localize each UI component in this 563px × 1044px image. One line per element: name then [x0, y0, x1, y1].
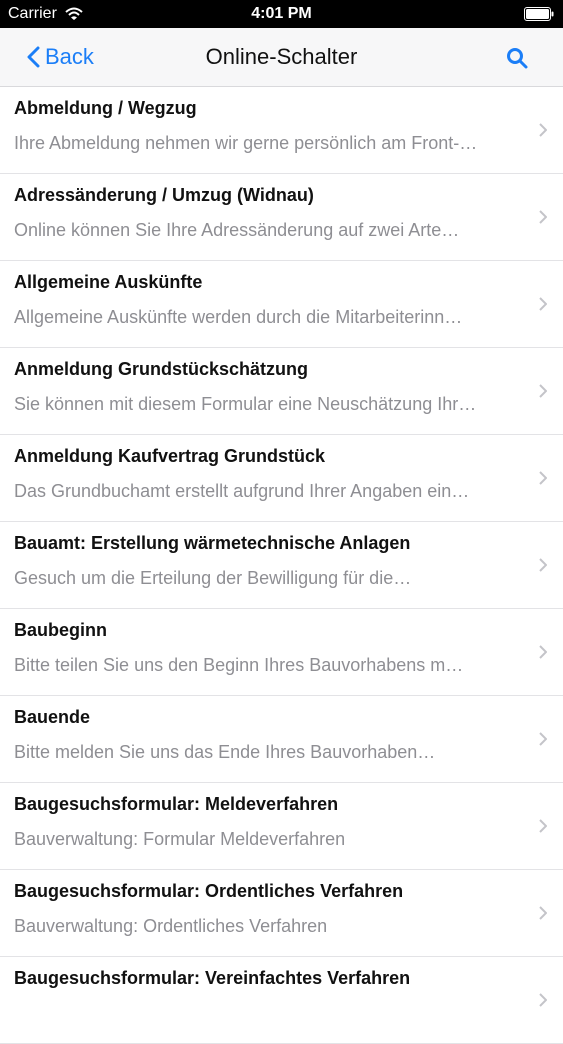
chevron-right-icon — [539, 819, 547, 833]
chevron-right-icon — [539, 558, 547, 572]
list-item-subtitle: Das Grundbuchamt erstellt aufgrund Ihrer… — [14, 481, 470, 501]
list-item-title: Bauende — [14, 707, 91, 727]
list-item-title: Baubeginn — [14, 620, 107, 640]
chevron-right-icon — [539, 297, 547, 311]
list-item-title: Adressänderung / Umzug (Widnau) — [14, 185, 314, 205]
list-item-subtitle: Bauverwaltung: Ordentliches Verfahren — [14, 916, 328, 936]
list-item-subtitle: Bauverwaltung: Formular Meldeverfahren — [14, 829, 346, 849]
search-icon[interactable] — [505, 46, 529, 70]
list-item-subtitle: Bitte melden Sie uns das Ende Ihres Bauv… — [14, 742, 436, 762]
list-item-title: Baugesuchsformular: Ordentliches Verfahr… — [14, 881, 404, 901]
list-item-title: Bauamt: Erstellung wärmetechnische Anlag… — [14, 533, 411, 553]
list-item[interactable]: Baugesuchsformular: Meldeverfahren Bauve… — [0, 783, 563, 870]
list-item-title: Anmeldung Grundstückschätzung — [14, 359, 309, 379]
chevron-right-icon — [539, 384, 547, 398]
chevron-right-icon — [539, 471, 547, 485]
navigation-bar: Back Online-Schalter — [0, 28, 563, 87]
chevron-right-icon — [539, 732, 547, 746]
list-item[interactable]: Bauende Bitte melden Sie uns das Ende Ih… — [0, 696, 563, 783]
list-item-subtitle: Ihre Abmeldung nehmen wir gerne persönli… — [14, 133, 478, 153]
list-item[interactable]: Allgemeine Auskünfte Allgemeine Auskünft… — [0, 261, 563, 348]
chevron-right-icon — [539, 210, 547, 224]
list-item-title: Anmeldung Kaufvertrag Grundstück — [14, 446, 326, 466]
list-item[interactable]: Baugesuchsformular: Vereinfachtes Verfah… — [0, 957, 563, 1044]
list-item-subtitle: Allgemeine Auskünfte werden durch die Mi… — [14, 307, 463, 327]
chevron-right-icon — [539, 993, 547, 1007]
list-item[interactable]: Anmeldung Grundstückschätzung Sie können… — [0, 348, 563, 435]
list-item-title: Allgemeine Auskünfte — [14, 272, 203, 292]
battery-icon — [524, 7, 554, 21]
status-bar: Carrier 4:01 PM — [0, 0, 563, 28]
list-item[interactable]: Anmeldung Kaufvertrag Grundstück Das Gru… — [0, 435, 563, 522]
service-list: Abmeldung / Wegzug Ihre Abmeldung nehmen… — [0, 87, 563, 1044]
list-item[interactable]: Bauamt: Erstellung wärmetechnische Anlag… — [0, 522, 563, 609]
list-item[interactable]: Abmeldung / Wegzug Ihre Abmeldung nehmen… — [0, 87, 563, 174]
list-item-title: Baugesuchsformular: Meldeverfahren — [14, 794, 339, 814]
list-item[interactable]: Baubeginn Bitte teilen Sie uns den Begin… — [0, 609, 563, 696]
list-item[interactable]: Adressänderung / Umzug (Widnau) Online k… — [0, 174, 563, 261]
list-item-subtitle: Gesuch um die Erteilung der Bewilligung … — [14, 568, 412, 588]
list-item-subtitle: Sie können mit diesem Formular eine Neus… — [14, 394, 477, 414]
list-item-title: Abmeldung / Wegzug — [14, 98, 197, 118]
chevron-right-icon — [539, 123, 547, 137]
list-item-title: Baugesuchsformular: Vereinfachtes Verfah… — [14, 968, 411, 988]
page-title: Online-Schalter — [205, 44, 358, 69]
list-item-subtitle: Bitte teilen Sie uns den Beginn Ihres Ba… — [14, 655, 464, 675]
list-item[interactable]: Baugesuchsformular: Ordentliches Verfahr… — [0, 870, 563, 957]
status-time: 4:01 PM — [251, 5, 312, 22]
list-item-subtitle: Online können Sie Ihre Adressänderung au… — [14, 220, 460, 240]
chevron-right-icon — [539, 645, 547, 659]
chevron-right-icon — [539, 906, 547, 920]
